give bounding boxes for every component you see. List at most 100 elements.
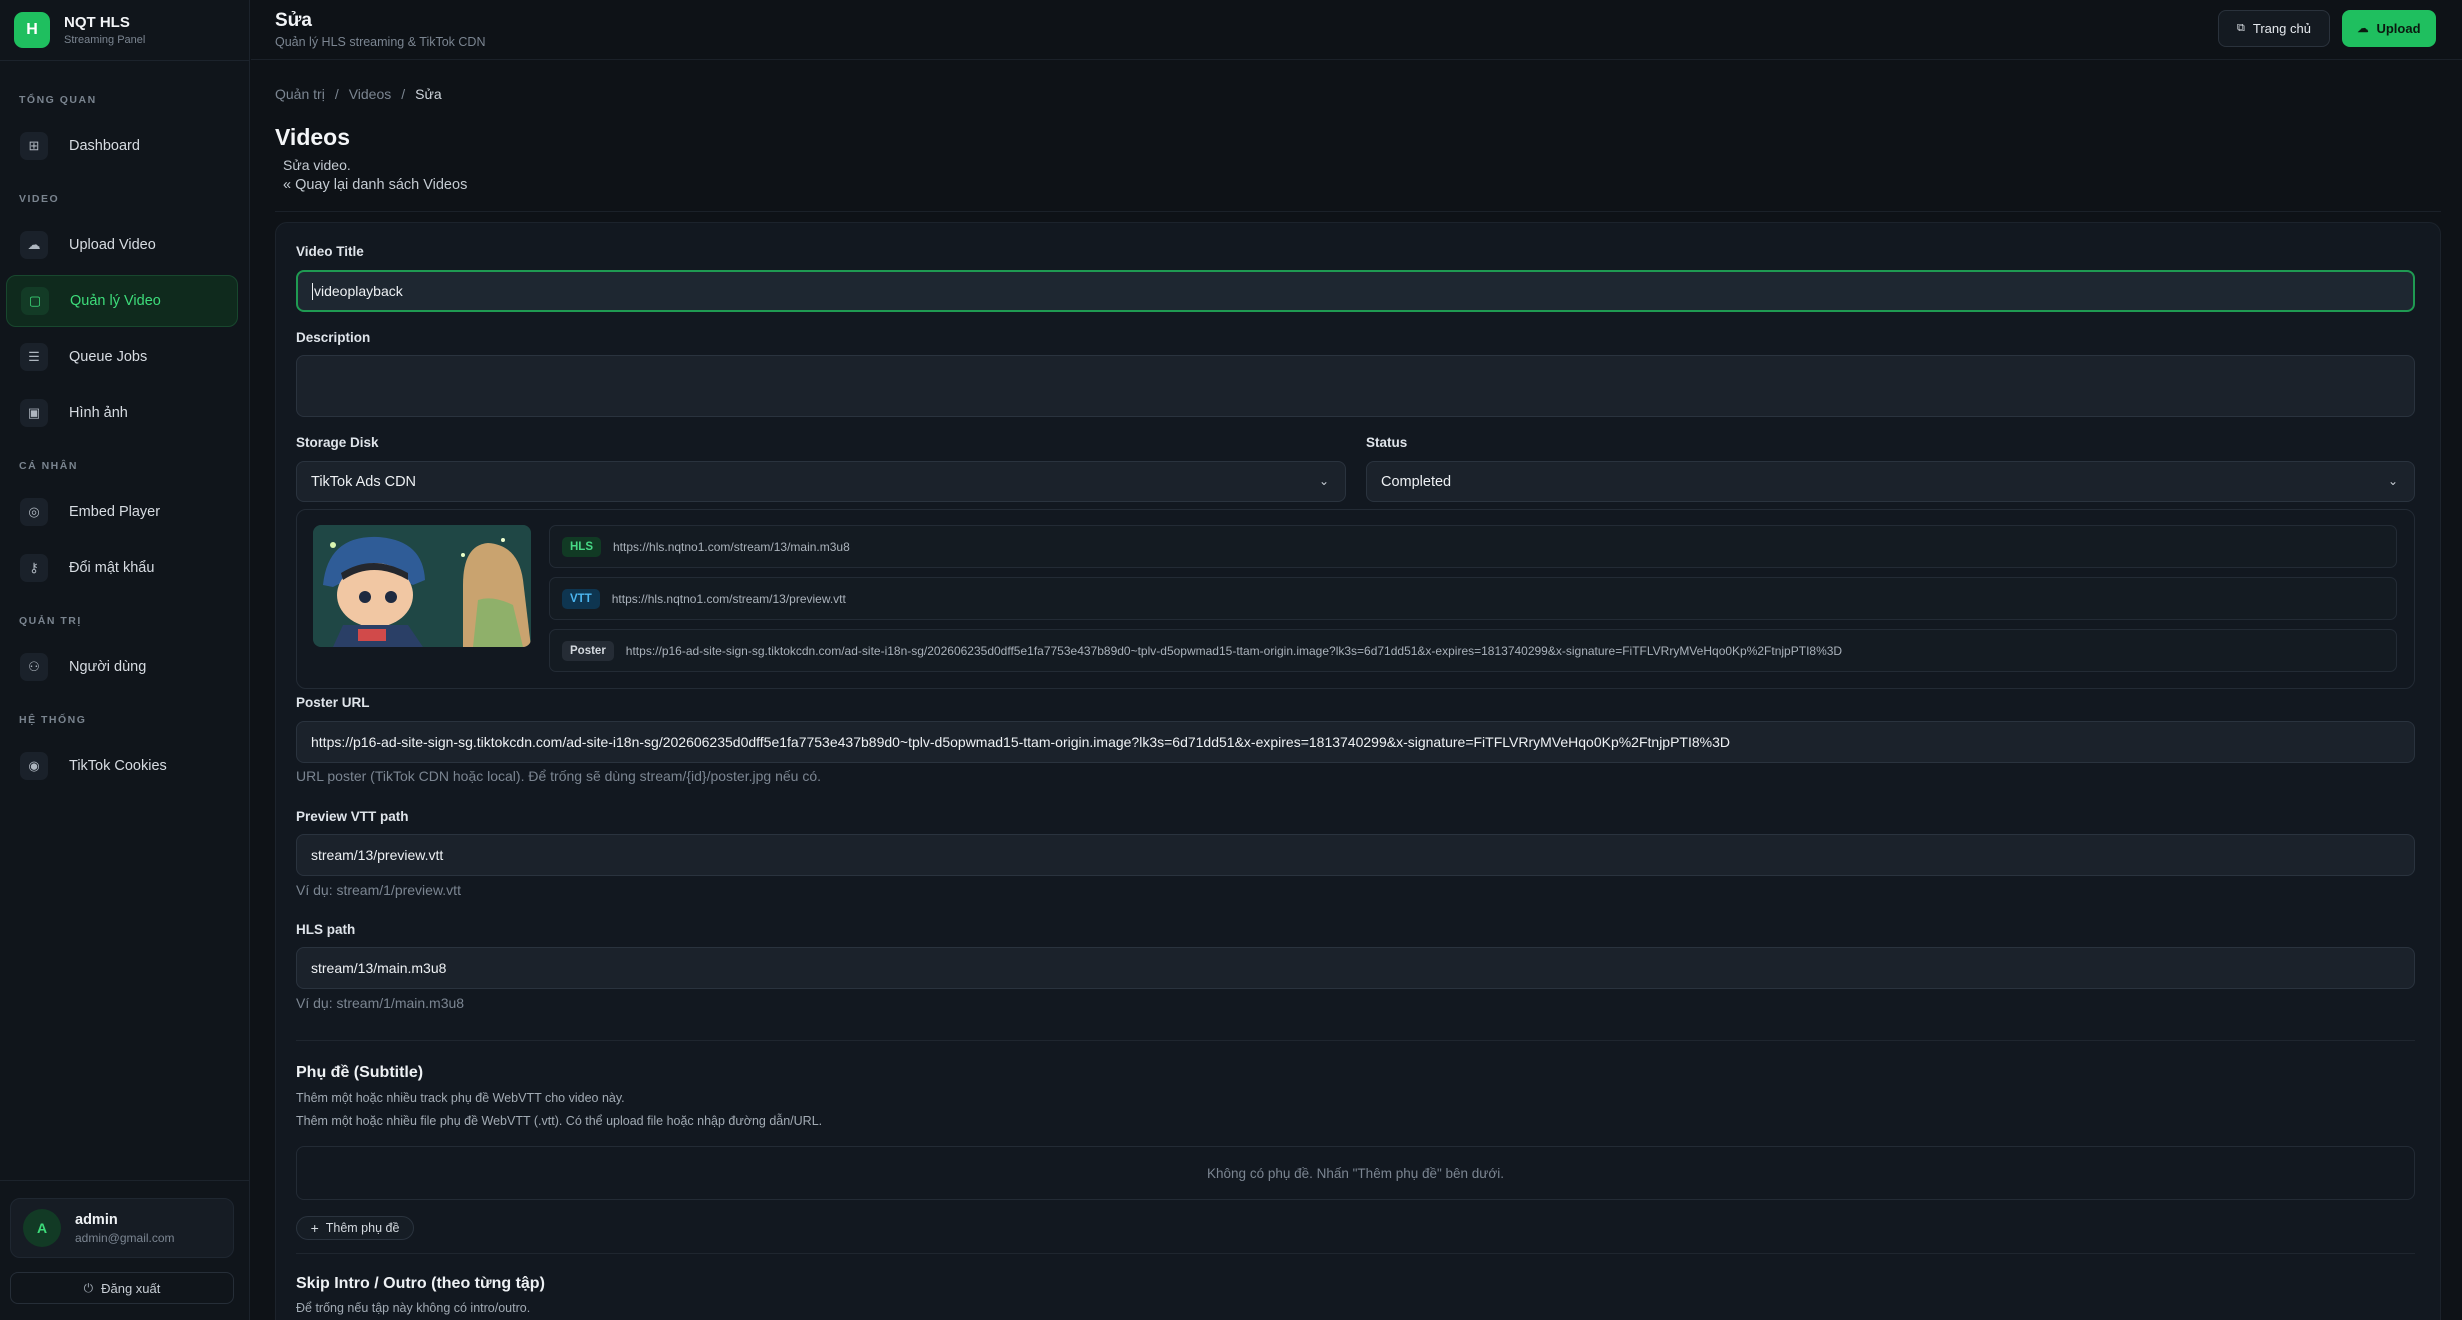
- sidebar-item-upload-video[interactable]: ☁ Upload Video: [6, 219, 238, 271]
- upload-button[interactable]: ☁ Upload: [2342, 10, 2436, 47]
- storage-select[interactable]: TikTok Ads CDN ⌄: [296, 461, 1346, 502]
- poster-url-value: https://p16-ad-site-sign-sg.tiktokcdn.co…: [311, 734, 1731, 750]
- add-subtitle-button[interactable]: + Thêm phụ đề: [296, 1216, 414, 1240]
- poster-url-display: https://p16-ad-site-sign-sg.tiktokcdn.co…: [625, 643, 1843, 658]
- sidebar-item-images[interactable]: ▣ Hình ảnh: [6, 387, 238, 439]
- breadcrumb-current: Sửa: [415, 86, 442, 102]
- user-card[interactable]: A admin admin@gmail.com: [10, 1198, 234, 1258]
- page-title: Videos: [275, 124, 350, 150]
- hls-path-value: stream/13/main.m3u8: [311, 960, 447, 976]
- preview-vtt-value: stream/13/preview.vtt: [311, 847, 444, 863]
- list-icon: ☰: [20, 343, 48, 371]
- avatar: A: [23, 1209, 61, 1247]
- breadcrumb-admin[interactable]: Quản trị: [275, 86, 325, 102]
- title-value: videoplayback: [314, 283, 403, 299]
- skip-section-desc: Để trống nếu tập này không có intro/outr…: [296, 1301, 531, 1315]
- brand-name: NQT HLS: [64, 14, 130, 31]
- poster-url-label: Poster URL: [296, 695, 370, 710]
- sidebar-item-label: Queue Jobs: [69, 349, 148, 365]
- sidebar-item-label: Dashboard: [69, 138, 140, 154]
- status-value: Completed: [1381, 473, 1452, 490]
- user-email: admin@gmail.com: [75, 1230, 175, 1245]
- target-icon: ◎: [20, 498, 48, 526]
- sidebar-item-label: Embed Player: [69, 504, 161, 520]
- hls-tag: HLS: [562, 536, 601, 557]
- power-icon: ⏻: [83, 1280, 94, 1295]
- brand-logo: H: [14, 12, 50, 48]
- section-label-system: HỆ THỐNG: [19, 714, 87, 726]
- poster-thumbnail: [313, 525, 531, 647]
- preview-vtt-label: Preview VTT path: [296, 809, 409, 824]
- subtitle-section-title: Phụ đề (Subtitle): [296, 1064, 424, 1081]
- hls-url-row[interactable]: HLS https://hls.nqtno1.com/stream/13/mai…: [549, 525, 2397, 568]
- topbar-title: Sửa: [275, 10, 312, 31]
- sidebar-item-manage-video[interactable]: ▢ Quản lý Video: [6, 275, 238, 327]
- poster-tag: Poster: [562, 640, 614, 661]
- hls-url: https://hls.nqtno1.com/stream/13/main.m3…: [613, 539, 850, 554]
- sidebar-item-label: Người dùng: [69, 659, 147, 675]
- hls-path-label: HLS path: [296, 922, 356, 937]
- back-link[interactable]: «Quay lại danh sách Videos: [283, 177, 467, 193]
- breadcrumb-separator: /: [401, 86, 406, 102]
- poster-url-input[interactable]: https://p16-ad-site-sign-sg.tiktokcdn.co…: [296, 721, 2415, 763]
- back-link-label: Quay lại danh sách Videos: [295, 177, 468, 193]
- preview-vtt-input[interactable]: stream/13/preview.vtt: [296, 834, 2415, 876]
- sidebar-item-tiktok-cookies[interactable]: ◉ TikTok Cookies: [6, 740, 238, 792]
- title-label: Video Title: [296, 244, 364, 259]
- vtt-url: https://hls.nqtno1.com/stream/13/preview…: [611, 591, 846, 606]
- video-square-icon: ▢: [21, 287, 49, 315]
- sidebar-item-users[interactable]: ⚇ Người dùng: [6, 641, 238, 693]
- poster-url-row[interactable]: Poster https://p16-ad-site-sign-sg.tikto…: [549, 629, 2397, 672]
- description-label: Description: [296, 330, 371, 345]
- sidebar-divider: [0, 60, 250, 61]
- subtitle-desc-1: Thêm một hoặc nhiều track phụ đề WebVTT …: [296, 1091, 625, 1105]
- hls-path-input[interactable]: stream/13/main.m3u8: [296, 947, 2415, 989]
- section-label-video: VIDEO: [19, 193, 60, 205]
- vtt-tag: VTT: [562, 588, 600, 609]
- breadcrumb: Quản trị / Videos / Sửa: [275, 86, 442, 102]
- plus-icon: +: [310, 1220, 319, 1236]
- logout-button[interactable]: ⏻ Đăng xuất: [10, 1272, 234, 1304]
- section-label-admin: QUẢN TRỊ: [19, 615, 82, 627]
- sidebar-item-dashboard[interactable]: ⊞ Dashboard: [6, 120, 238, 172]
- app-root: H NQT HLS Streaming Panel TỔNG QUAN ⊞ Da…: [0, 0, 2462, 1320]
- subtitle-empty-state: Không có phụ đề. Nhấn "Thêm phụ đề" bên …: [296, 1146, 2415, 1200]
- sidebar-item-label: Upload Video: [69, 237, 156, 253]
- section-divider: [296, 1040, 2415, 1041]
- home-button-label: Trang chủ: [2252, 21, 2311, 36]
- status-label: Status: [1366, 435, 1408, 450]
- vtt-url-row[interactable]: VTT https://hls.nqtno1.com/stream/13/pre…: [549, 577, 2397, 620]
- external-link-icon: ⧉: [2237, 22, 2245, 34]
- grid-icon: ⊞: [20, 132, 48, 160]
- sidebar-item-change-password[interactable]: ⚷ Đổi mật khẩu: [6, 542, 238, 594]
- sidebar-item-label: Quản lý Video: [70, 293, 161, 309]
- brand-subtitle: Streaming Panel: [64, 34, 146, 46]
- preview-vtt-help: Ví dụ: stream/1/preview.vtt: [296, 882, 461, 898]
- sidebar-item-label: Hình ảnh: [69, 405, 128, 421]
- brand[interactable]: H NQT HLS Streaming Panel: [14, 10, 145, 50]
- user-name: admin: [75, 1211, 118, 1228]
- image-icon: ▣: [20, 399, 48, 427]
- storage-value: TikTok Ads CDN: [311, 473, 417, 490]
- upload-button-label: Upload: [2376, 21, 2421, 36]
- hls-path-help: Ví dụ: stream/1/main.m3u8: [296, 995, 465, 1011]
- breadcrumb-videos[interactable]: Videos: [349, 86, 392, 102]
- section-divider: [296, 1253, 2415, 1254]
- users-icon: ⚇: [20, 653, 48, 681]
- sidebar-item-embed-player[interactable]: ◎ Embed Player: [6, 486, 238, 538]
- subtitle-empty-text: Không có phụ đề. Nhấn "Thêm phụ đề" bên …: [1207, 1165, 1504, 1181]
- section-label-personal: CÁ NHÂN: [19, 460, 78, 472]
- sidebar-item-queue-jobs[interactable]: ☰ Queue Jobs: [6, 331, 238, 383]
- home-button[interactable]: ⧉ Trang chủ: [2218, 10, 2330, 47]
- chevron-down-icon: ⌄: [1318, 474, 1329, 488]
- sidebar-divider: [0, 1180, 250, 1181]
- sidebar: H NQT HLS Streaming Panel TỔNG QUAN ⊞ Da…: [0, 0, 250, 1320]
- title-input[interactable]: videoplayback: [296, 270, 2415, 312]
- text-cursor: [312, 282, 313, 300]
- sidebar-item-label: TikTok Cookies: [69, 758, 167, 774]
- topbar-subtitle: Quản lý HLS streaming & TikTok CDN: [275, 35, 486, 49]
- sidebar-item-label: Đổi mật khẩu: [69, 560, 155, 576]
- status-select[interactable]: Completed ⌄: [1366, 461, 2415, 502]
- description-textarea[interactable]: [296, 355, 2415, 417]
- key-icon: ⚷: [20, 554, 48, 582]
